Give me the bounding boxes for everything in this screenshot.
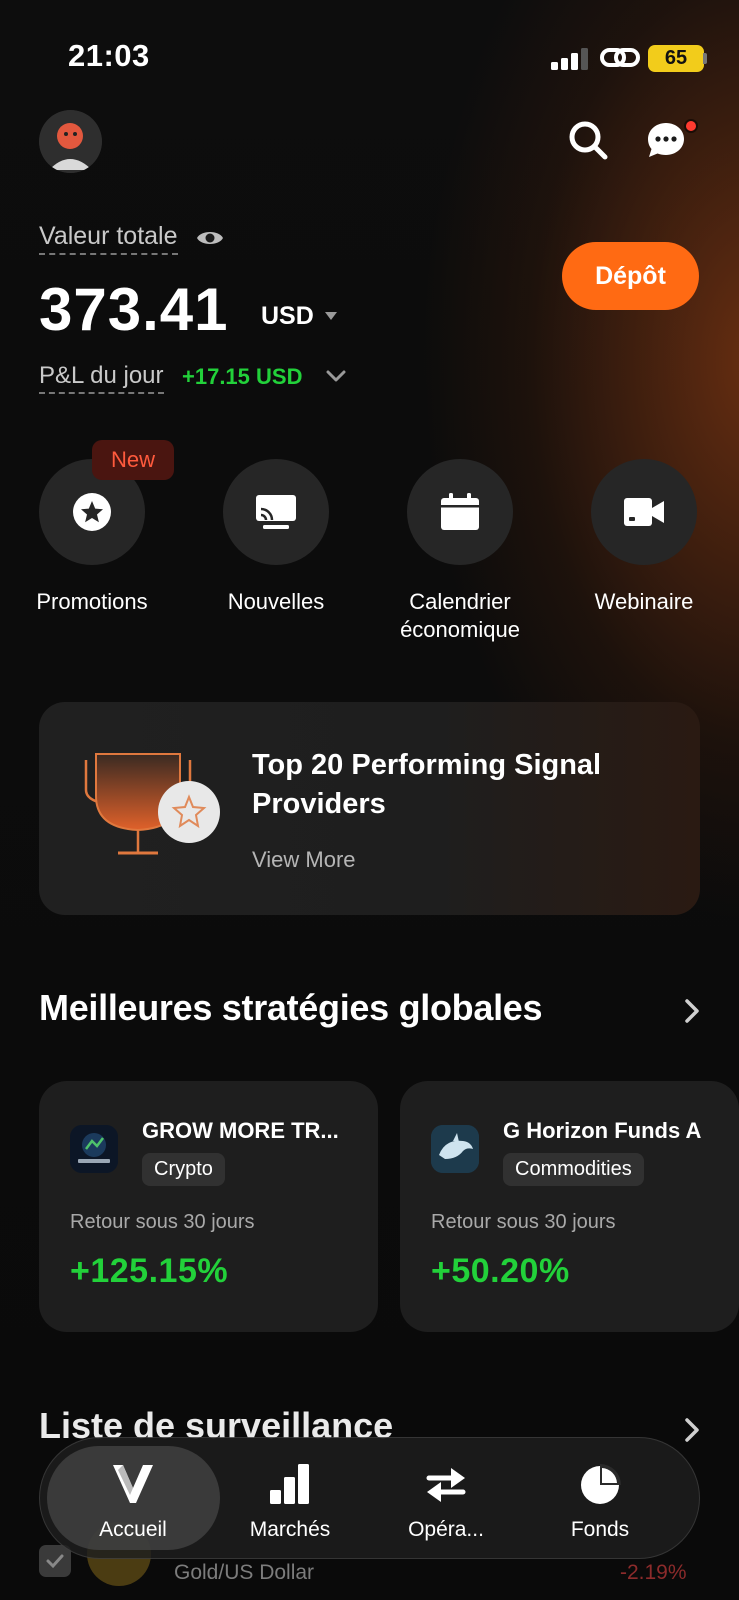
swap-arrows-icon [426, 1468, 466, 1502]
cellular-signal-icon [551, 48, 588, 70]
quick-action-news[interactable] [223, 459, 329, 565]
total-value-label: Valeur totale [39, 222, 178, 255]
search-icon[interactable] [566, 118, 610, 162]
total-amount: 373.41 [39, 276, 229, 343]
chat-bubble-icon[interactable] [644, 118, 688, 162]
strategy-card[interactable]: G Horizon Funds A Commodities Retour sou… [400, 1081, 739, 1332]
return-value: +125.15% [70, 1252, 229, 1290]
video-camera-icon [624, 498, 664, 526]
calendar-icon [441, 493, 479, 530]
watchlist-row-subtitle: Gold/US Dollar [174, 1561, 315, 1584]
section-title-strategies: Meilleures stratégies globales [39, 987, 543, 1028]
grow-more-logo-icon [70, 1125, 118, 1173]
chevron-down-icon[interactable] [325, 368, 347, 384]
watchlist-checkbox[interactable] [39, 1545, 71, 1577]
star-badge-icon [73, 493, 111, 531]
check-icon [46, 1554, 64, 1569]
tab-label: Marchés [249, 1518, 331, 1541]
tab-label: Accueil [99, 1518, 167, 1541]
tab-home[interactable]: Accueil [63, 1462, 203, 1542]
pnl-value: +17.15 USD [182, 364, 303, 389]
quick-action-calendar[interactable] [407, 459, 513, 565]
strategy-card[interactable]: GROW MORE TR... Crypto Retour sous 30 jo… [39, 1081, 378, 1332]
link-icon [600, 48, 640, 67]
notification-dot [684, 119, 698, 133]
quick-action-label: Calendrier économique [400, 589, 520, 642]
return-value: +50.20% [431, 1252, 570, 1290]
new-badge: New [92, 440, 174, 480]
return-label: Retour sous 30 jours [431, 1211, 616, 1233]
strategy-name: GROW MORE TR... [142, 1118, 339, 1143]
battery-tip [703, 53, 707, 64]
quick-action-label: Webinaire [594, 589, 694, 614]
bar-chart-icon [270, 1464, 309, 1504]
caret-down-icon[interactable] [324, 311, 338, 321]
strategy-name: G Horizon Funds A [503, 1118, 702, 1143]
strategy-tag: Crypto [142, 1153, 225, 1186]
tab-trades[interactable]: Opéra... [376, 1462, 516, 1542]
pie-chart-icon [581, 1464, 621, 1504]
tab-label: Fonds [570, 1518, 630, 1541]
tab-label: Opéra... [408, 1518, 484, 1541]
promo-title: Top 20 Performing Signal Providers [252, 749, 602, 820]
status-time: 21:03 [68, 38, 150, 73]
chevron-right-icon[interactable] [684, 1417, 700, 1443]
strategy-tag: Commodities [503, 1153, 644, 1186]
user-avatar-icon [39, 110, 102, 173]
currency-selector[interactable]: USD [261, 302, 314, 331]
watchlist-row-change: -2.19% [620, 1561, 687, 1584]
deposit-button[interactable]: Dépôt [562, 242, 699, 310]
quick-action-label: Promotions [36, 589, 148, 614]
avatar[interactable] [39, 110, 102, 173]
return-label: Retour sous 30 jours [70, 1211, 255, 1233]
quick-action-label: Nouvelles [227, 589, 325, 614]
eye-icon[interactable] [196, 227, 224, 249]
pnl-label: P&L du jour [39, 362, 164, 394]
battery-indicator: 65 [648, 45, 704, 72]
quick-action-webinar[interactable] [591, 459, 697, 565]
view-more-link[interactable]: View More [252, 847, 356, 873]
tab-funds[interactable]: Fonds [530, 1462, 670, 1542]
tab-markets[interactable]: Marchés [220, 1462, 360, 1542]
news-icon [256, 495, 296, 529]
dolphin-logo-icon [431, 1125, 479, 1173]
trophy-icon [84, 753, 220, 855]
home-logo-icon [113, 1465, 153, 1503]
chevron-right-icon[interactable] [684, 998, 700, 1024]
